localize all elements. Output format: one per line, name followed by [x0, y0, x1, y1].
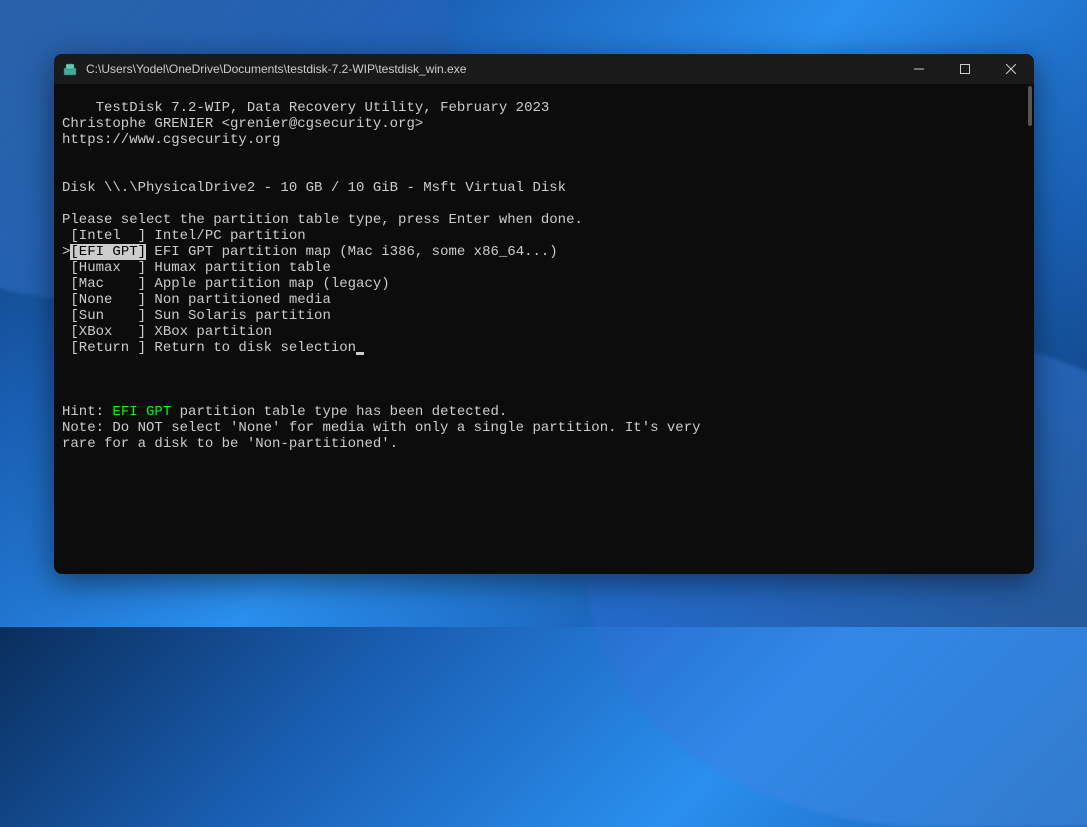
menu-item-humax[interactable]: [Humax ] Humax partition table — [62, 260, 1026, 276]
menu-item-efi-gpt[interactable]: >[EFI GPT] EFI GPT partition map (Mac i3… — [62, 244, 1026, 260]
app-header-line2: Christophe GRENIER <grenier@cgsecurity.o… — [62, 116, 423, 132]
cursor — [356, 352, 364, 355]
hint-highlight: EFI GPT — [112, 404, 171, 420]
menu-item-intel[interactable]: [Intel ] Intel/PC partition — [62, 228, 1026, 244]
window-title: C:\Users\Yodel\OneDrive\Documents\testdi… — [86, 62, 896, 76]
hint-line: Hint: EFI GPT partition table type has b… — [62, 404, 507, 420]
terminal-content[interactable]: TestDisk 7.2-WIP, Data Recovery Utility,… — [54, 84, 1034, 574]
disk-info: Disk \\.\PhysicalDrive2 - 10 GB / 10 GiB… — [62, 180, 566, 196]
app-header-line3: https://www.cgsecurity.org — [62, 132, 280, 148]
scrollbar[interactable] — [1028, 86, 1032, 126]
note-line1: Note: Do NOT select 'None' for media wit… — [62, 420, 701, 436]
close-button[interactable] — [988, 54, 1034, 84]
terminal-window: C:\Users\Yodel\OneDrive\Documents\testdi… — [54, 54, 1034, 574]
selected-marker: [EFI GPT] — [70, 244, 146, 260]
menu-item-none[interactable]: [None ] Non partitioned media — [62, 292, 1026, 308]
window-controls — [896, 54, 1034, 84]
prompt-text: Please select the partition table type, … — [62, 212, 583, 228]
minimize-button[interactable] — [896, 54, 942, 84]
note-line2: rare for a disk to be 'Non-partitioned'. — [62, 436, 398, 452]
titlebar[interactable]: C:\Users\Yodel\OneDrive\Documents\testdi… — [54, 54, 1034, 84]
menu-item-return[interactable]: [Return ] Return to disk selection — [62, 340, 1026, 356]
maximize-button[interactable] — [942, 54, 988, 84]
menu-item-xbox[interactable]: [XBox ] XBox partition — [62, 324, 1026, 340]
app-icon — [62, 61, 78, 77]
menu-item-mac[interactable]: [Mac ] Apple partition map (legacy) — [62, 276, 1026, 292]
menu-item-sun[interactable]: [Sun ] Sun Solaris partition — [62, 308, 1026, 324]
app-header-line1: TestDisk 7.2-WIP, Data Recovery Utility,… — [96, 100, 550, 116]
